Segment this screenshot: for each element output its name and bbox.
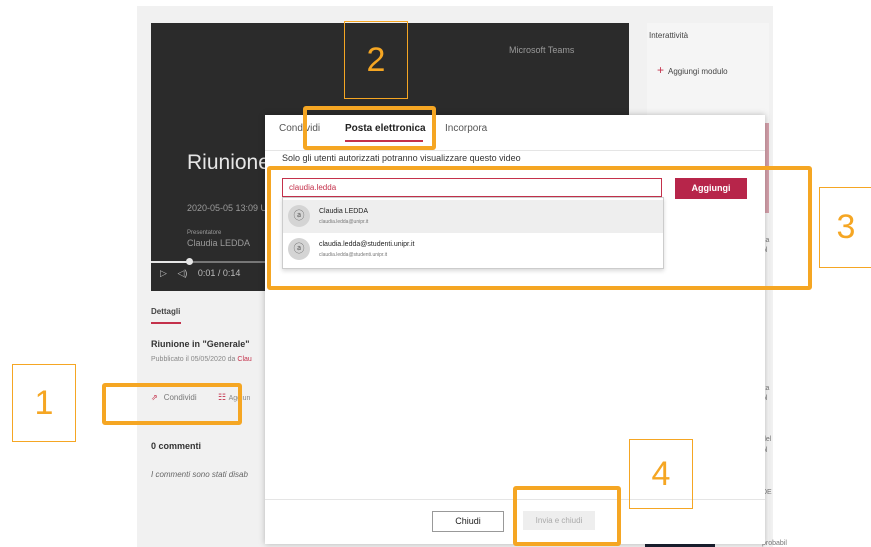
tab-details[interactable]: Dettagli — [151, 307, 180, 316]
video-title: Riunione — [187, 151, 270, 174]
published-author[interactable]: Clau — [237, 356, 251, 363]
highlight-box-send — [513, 486, 621, 546]
published-prefix: Pubblicato il 05/05/2020 da — [151, 356, 238, 363]
interactivity-title: Interattività — [649, 31, 689, 40]
divider — [265, 150, 765, 151]
player-controls: ▷ ◁) 0:01 / 0:14 — [160, 268, 240, 279]
add-module-label: Aggiungi modulo — [668, 67, 728, 76]
close-button[interactable]: Chiudi — [432, 511, 504, 532]
side-fragment: probabil — [762, 540, 787, 547]
tab-embed[interactable]: Incorpora — [445, 123, 487, 134]
volume-icon[interactable]: ◁) — [177, 268, 187, 278]
callout-2: 2 — [344, 21, 408, 99]
presenter-name: Claudia LEDDA — [187, 238, 251, 248]
highlight-box-share — [102, 383, 242, 425]
callout-4: 4 — [629, 439, 693, 509]
brand-label: Microsoft Teams — [509, 45, 575, 55]
highlight-box-recipient — [267, 166, 812, 290]
published-info: Pubblicato il 05/05/2020 da Clau — [151, 356, 252, 363]
callout-1: 1 — [12, 364, 76, 442]
video-date: 2020-05-05 13:09 U — [187, 203, 268, 213]
play-icon[interactable]: ▷ — [160, 268, 167, 278]
time-readout: 0:01 / 0:14 — [197, 268, 241, 278]
meeting-title: Riunione in "Generale" — [151, 339, 250, 349]
highlight-box-email-tab — [303, 106, 436, 150]
comments-heading: 0 commenti — [151, 441, 202, 451]
tab-details-underline — [151, 322, 181, 324]
add-module-button[interactable]: + Aggiungi modulo — [657, 63, 728, 77]
callout-3: 3 — [819, 187, 871, 268]
progress-handle[interactable] — [186, 258, 194, 265]
authorized-notice: Solo gli utenti autorizzati potranno vis… — [282, 153, 521, 163]
comments-disabled-text: I commenti sono stati disab — [151, 470, 248, 479]
progress-fill — [151, 261, 190, 263]
presenter-label: Presentatore — [187, 230, 222, 236]
plus-icon: + — [657, 63, 665, 77]
